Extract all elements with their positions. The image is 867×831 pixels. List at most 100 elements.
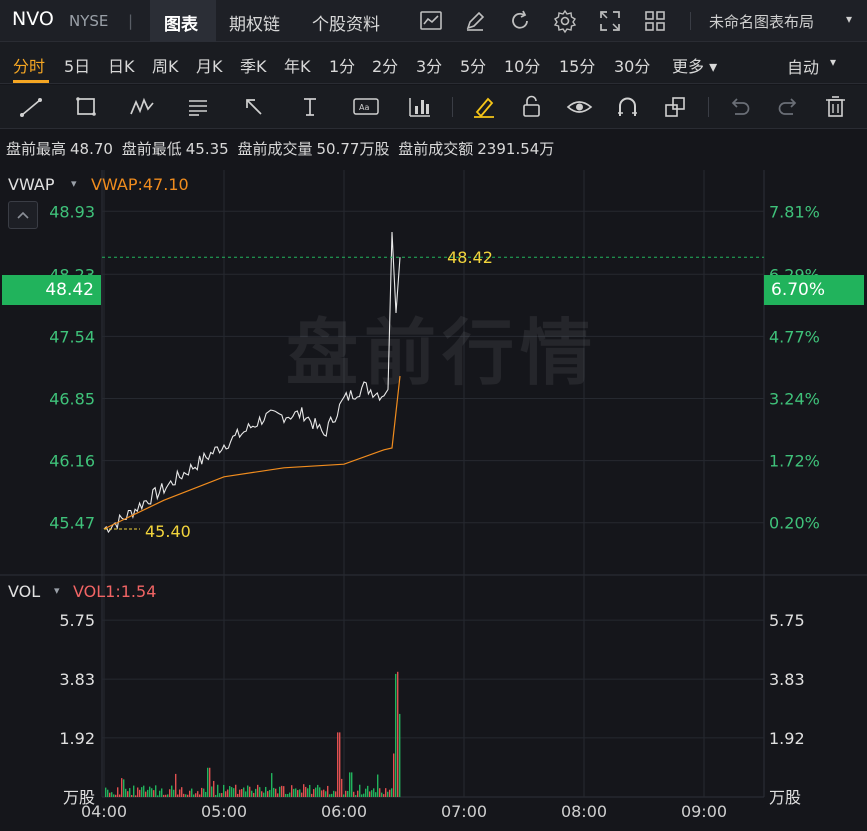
x-tick-label: 09:00 xyxy=(681,802,727,821)
magnet-icon[interactable] xyxy=(614,94,642,120)
redo-icon[interactable] xyxy=(774,94,802,120)
lock-icon[interactable] xyxy=(518,94,546,120)
tab-option-chain[interactable]: 期权链 xyxy=(229,10,280,35)
volume-bar xyxy=(201,787,203,797)
rectangle-icon[interactable] xyxy=(73,94,101,120)
price-axis-label-left: 46.85 xyxy=(49,390,95,409)
tab-chart[interactable]: 图表 xyxy=(164,10,198,35)
period-5d[interactable]: 5日 xyxy=(64,53,90,77)
x-tick-label: 06:00 xyxy=(321,802,367,821)
edit-icon[interactable] xyxy=(462,8,488,34)
period-weekly[interactable]: 周K xyxy=(152,53,179,77)
volume-bar xyxy=(261,791,263,797)
premarket-watermark: 盘前行情 xyxy=(286,311,599,395)
current-price-tag-left: 48.42 xyxy=(2,275,101,305)
volume-bar xyxy=(331,793,333,797)
volume-bar xyxy=(399,713,401,797)
volume-bar xyxy=(371,790,373,797)
volume-axis-label-right: 5.75 xyxy=(769,611,805,630)
volume-axis-label-right: 万股 xyxy=(769,788,801,807)
volume-bar xyxy=(345,790,347,797)
volume-bar xyxy=(135,795,137,797)
vwap-indicator-label[interactable]: VWAP xyxy=(8,175,54,194)
price-axis-label-right: 3.24% xyxy=(769,390,820,409)
current-price-left: 48.42 xyxy=(45,280,94,300)
settings-icon[interactable] xyxy=(552,8,578,34)
volume-bar xyxy=(267,791,269,797)
premarket-amount-value: 2391.54万 xyxy=(477,140,555,158)
period-monthly[interactable]: 月K xyxy=(196,53,223,77)
wave-pattern-icon[interactable] xyxy=(129,94,157,120)
arrow-icon[interactable] xyxy=(241,94,269,120)
chevron-down-icon[interactable]: ▾ xyxy=(830,55,836,69)
clone-icon[interactable] xyxy=(662,94,690,120)
text-cursor-icon[interactable] xyxy=(297,94,325,120)
volume-bar xyxy=(337,732,339,797)
volume-bar xyxy=(217,784,219,797)
volume-bar xyxy=(123,779,125,797)
volume-bar xyxy=(297,790,299,797)
chevron-down-icon[interactable]: ▾ xyxy=(846,12,852,26)
trend-line-icon[interactable] xyxy=(18,94,46,120)
collapse-pane-button[interactable] xyxy=(8,201,38,229)
volume-bar xyxy=(335,791,337,797)
volume-bar xyxy=(219,793,221,797)
vol-indicator-label[interactable]: VOL xyxy=(8,582,40,601)
volume-bar xyxy=(197,791,199,797)
period-10m[interactable]: 10分 xyxy=(504,53,540,77)
volume-axis-label-left: 5.75 xyxy=(59,611,95,630)
volume-bar xyxy=(359,784,361,797)
volume-bar xyxy=(281,785,283,797)
volume-bar xyxy=(221,793,223,797)
period-quarterly[interactable]: 季K xyxy=(240,53,267,77)
volume-bar xyxy=(209,767,211,797)
low-marker-label: 45.40 xyxy=(145,522,191,541)
period-more[interactable]: 更多 ▾ xyxy=(672,53,717,77)
volume-bar xyxy=(185,794,187,797)
price-axis-label-right: 7.81% xyxy=(769,202,820,221)
chevron-down-icon[interactable]: ▾ xyxy=(71,177,77,190)
scale-auto[interactable]: 自动 xyxy=(787,54,819,78)
period-intraday[interactable]: 分时 xyxy=(13,53,45,77)
volume-bar xyxy=(317,784,319,797)
volume-bar xyxy=(293,788,295,797)
chart-type-icon[interactable] xyxy=(418,8,444,34)
period-15m[interactable]: 15分 xyxy=(559,53,595,77)
undo-icon[interactable] xyxy=(726,94,754,120)
tab-stock-profile[interactable]: 个股资料 xyxy=(312,10,380,35)
bar-measure-icon[interactable] xyxy=(406,94,434,120)
period-daily[interactable]: 日K xyxy=(108,53,135,77)
chevron-down-icon[interactable]: ▾ xyxy=(54,584,60,597)
exchange-label: NYSE xyxy=(69,12,109,30)
toolbar-divider xyxy=(708,97,709,117)
period-3m[interactable]: 3分 xyxy=(416,53,442,77)
fib-icon[interactable] xyxy=(185,94,213,120)
price-axis-label-left: 46.16 xyxy=(49,452,95,471)
period-30m[interactable]: 30分 xyxy=(614,53,650,77)
period-5m[interactable]: 5分 xyxy=(460,53,486,77)
refresh-icon[interactable] xyxy=(507,8,533,34)
volume-bar xyxy=(379,788,381,797)
ticker-symbol[interactable]: NVO xyxy=(12,8,54,30)
price-volume-chart[interactable]: 04:00 05:00 06:00 07:00 08:00 09:0048.93 7.81%… xyxy=(0,166,867,831)
volume-bar xyxy=(351,772,353,797)
annotation-icon[interactable]: Aa xyxy=(352,94,380,120)
delete-icon[interactable] xyxy=(822,94,850,120)
volume-bar xyxy=(353,791,355,797)
toolbar-divider xyxy=(452,97,453,117)
layout-name[interactable]: 未命名图表布局 xyxy=(709,11,814,32)
eye-icon[interactable] xyxy=(566,94,594,120)
period-2m[interactable]: 2分 xyxy=(372,53,398,77)
volume-bar xyxy=(329,794,331,797)
period-yearly[interactable]: 年K xyxy=(284,53,311,77)
grid-layout-icon[interactable] xyxy=(642,8,668,34)
volume-bar xyxy=(259,787,261,797)
volume-bar xyxy=(165,794,167,797)
volume-bar xyxy=(191,788,193,797)
period-1m[interactable]: 1分 xyxy=(329,53,355,77)
highlighter-icon[interactable] xyxy=(470,94,498,120)
volume-bar xyxy=(225,791,227,797)
price-axis-label-right: 0.20% xyxy=(769,514,820,533)
volume-bar xyxy=(251,790,253,797)
fullscreen-icon[interactable] xyxy=(597,8,623,34)
